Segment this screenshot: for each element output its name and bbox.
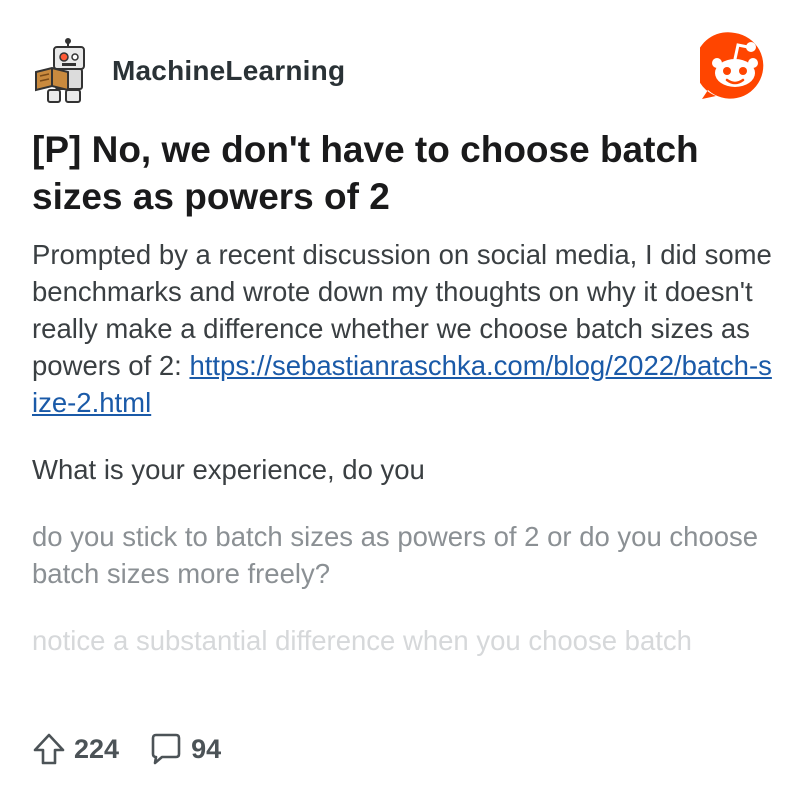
subreddit-name[interactable]: MachineLearning (112, 55, 345, 87)
post-body-intro: Prompted by a recent discussion on socia… (32, 236, 772, 421)
upvote-count: 224 (74, 733, 120, 764)
robot-reading-book-icon[interactable] (32, 38, 94, 104)
comment-bubble-icon (151, 733, 181, 765)
upvote-arrow-icon (33, 733, 65, 765)
post-footer: 224 94 (32, 727, 251, 771)
post-bullet-1: do you stick to batch sizes as powers of… (32, 521, 759, 589)
upvote-button[interactable]: 224 (32, 732, 119, 766)
comments-button[interactable]: 94 (149, 732, 221, 766)
reddit-snoo-icon[interactable] (700, 32, 770, 102)
post-title[interactable]: [P] No, we don't have to choose batch si… (32, 126, 772, 220)
comment-count: 94 (191, 733, 222, 764)
post-header: MachineLearning (32, 32, 770, 104)
post-question: What is your experience, do you (32, 454, 425, 485)
post-body: Prompted by a recent discussion on socia… (32, 236, 772, 659)
post-bullet-2: notice a substantial difference when you… (32, 625, 692, 656)
